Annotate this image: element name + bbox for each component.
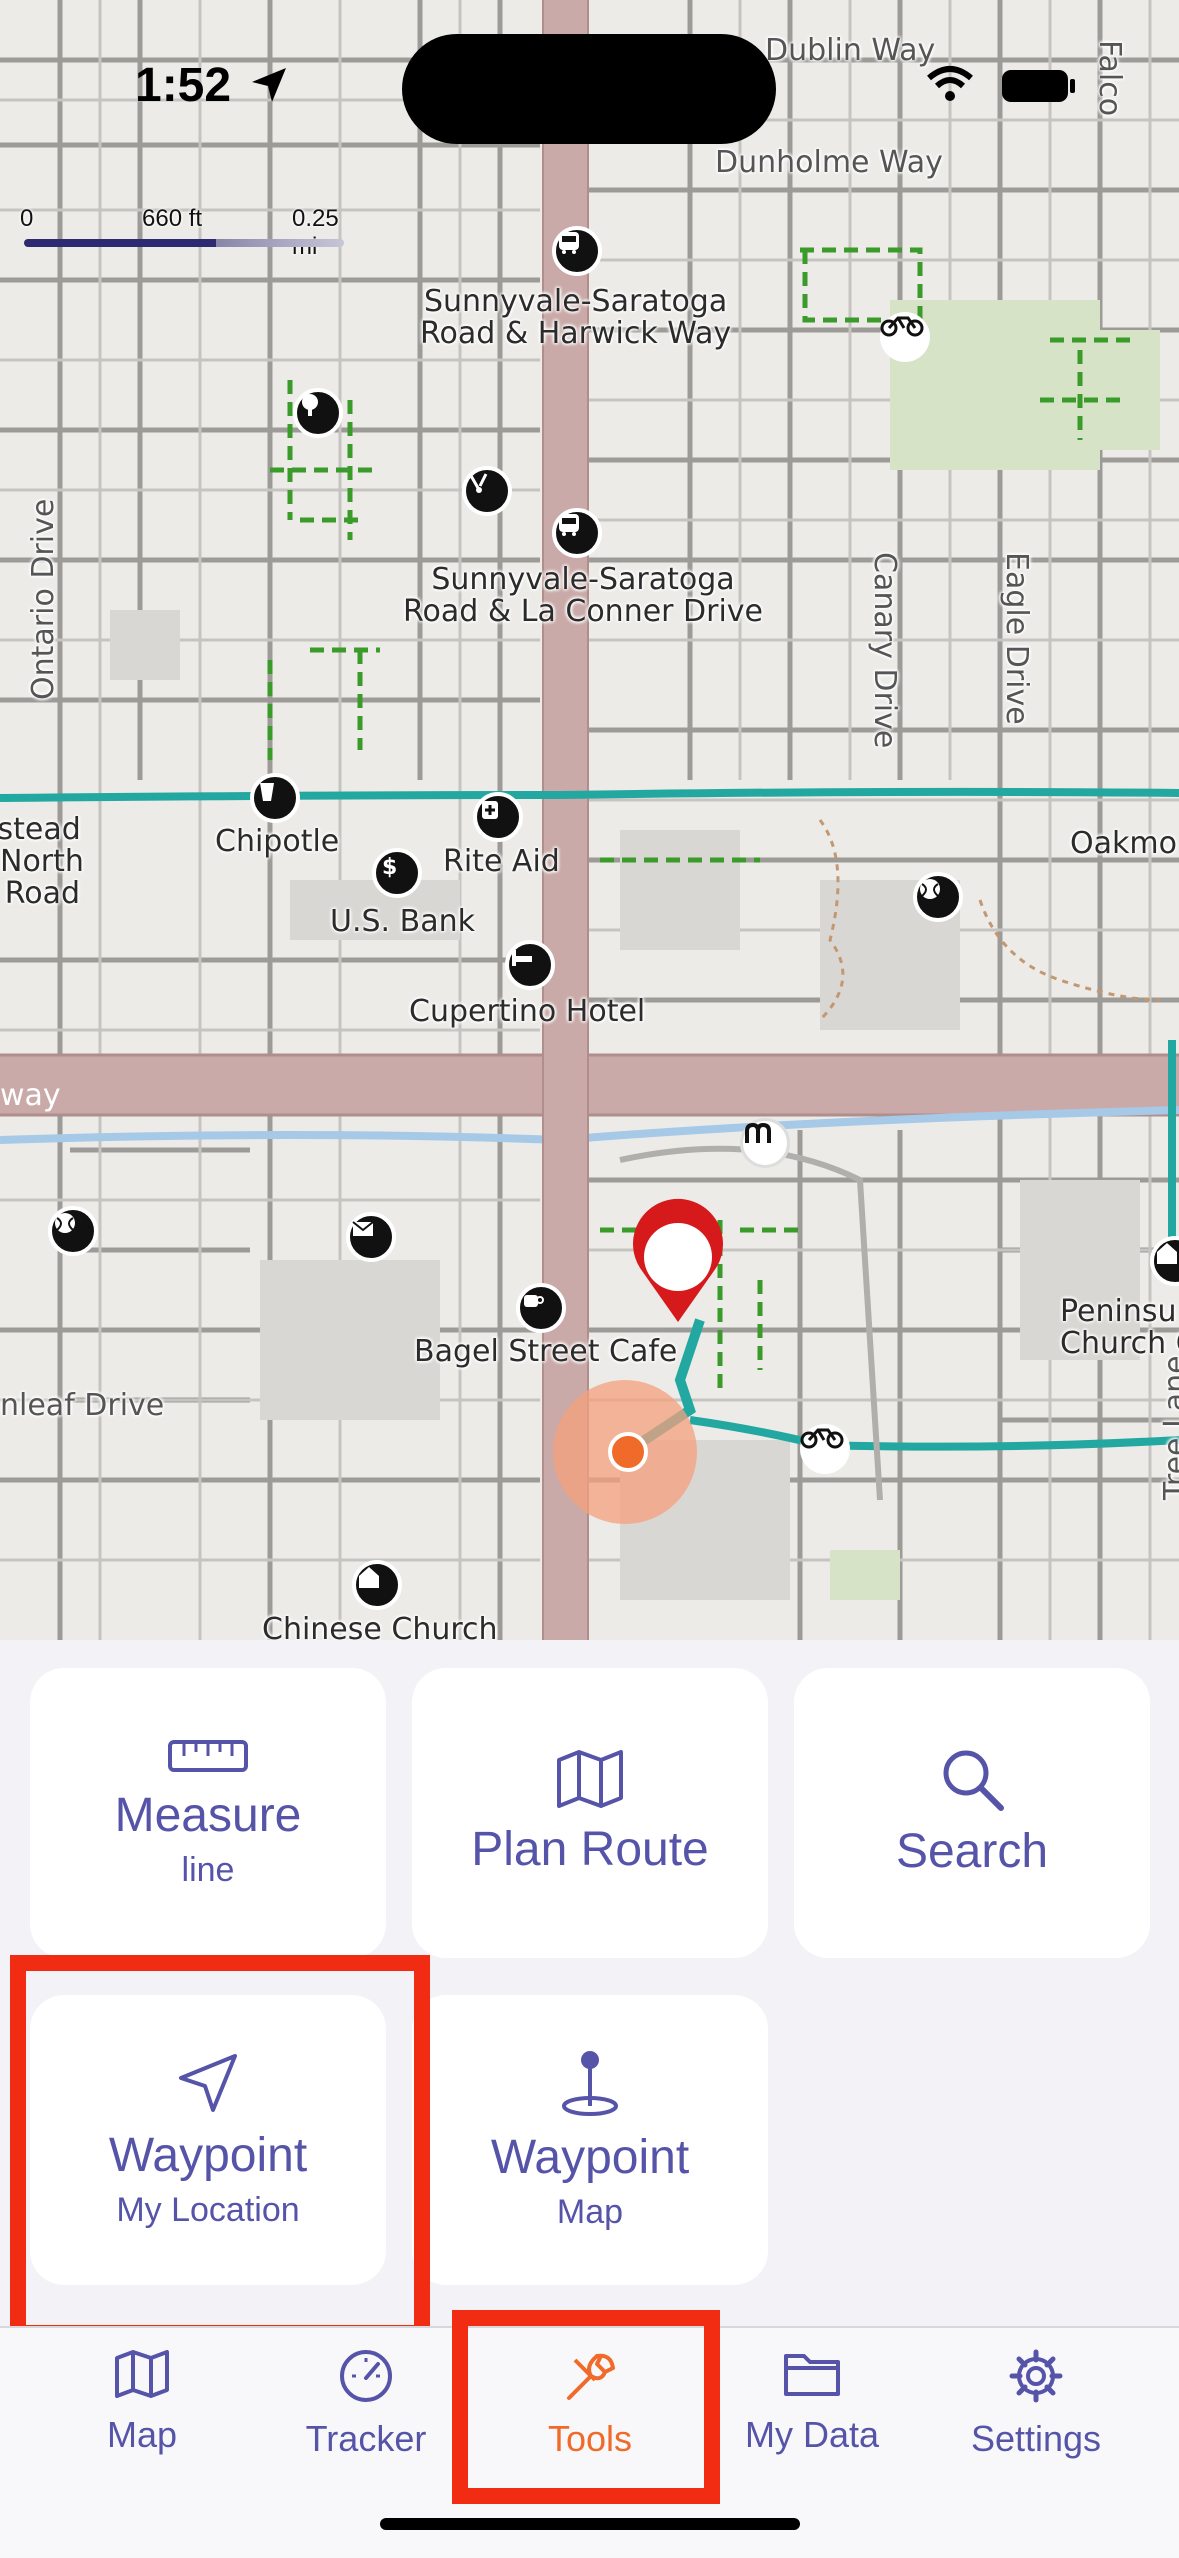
bus-stop-icon[interactable] xyxy=(552,226,602,276)
wifi-icon xyxy=(925,64,975,108)
transit-station-icon[interactable] xyxy=(740,1118,790,1168)
tab-tracker[interactable]: Tracker xyxy=(266,2348,466,2460)
bicycle-icon[interactable] xyxy=(880,312,930,362)
battery-icon xyxy=(1000,68,1078,108)
waypoint-map-button[interactable]: Waypoint Map xyxy=(412,1995,768,2285)
poi-label-rite-aid: Rite Aid xyxy=(443,844,560,879)
folder-icon xyxy=(784,2354,840,2396)
waypoint-map-title: Waypoint xyxy=(490,2131,690,2184)
status-time: 1:52 xyxy=(135,59,232,112)
location-arrow-icon xyxy=(248,64,290,110)
poi-label-us-bank: U.S. Bank xyxy=(330,904,475,939)
ruler-icon xyxy=(168,1740,248,1772)
tennis-icon[interactable] xyxy=(48,1206,98,1256)
poi-label-bagel-street-cafe: Bagel Street Cafe xyxy=(414,1334,678,1369)
tab-settings[interactable]: Settings xyxy=(936,2348,1136,2460)
road-label-leaf-drive: nleaf Drive xyxy=(0,1388,165,1423)
bank-icon[interactable]: $ xyxy=(372,848,422,898)
dynamic-island xyxy=(402,34,776,144)
playground-icon[interactable] xyxy=(462,466,512,516)
post-office-icon[interactable] xyxy=(346,1212,396,1262)
status-bar: 1:52 xyxy=(0,0,1179,150)
map-icon xyxy=(557,1750,623,1808)
map-icon xyxy=(115,2350,169,2398)
place-label-homestead: nestead North Road xyxy=(0,812,84,911)
pin-icon xyxy=(562,2051,618,2116)
bus-stop-label: Sunnyvale-Saratoga Road & Harwick Way xyxy=(420,284,732,351)
speedometer-icon xyxy=(340,2350,392,2402)
measure-line-button[interactable]: Measure line xyxy=(30,1668,386,1958)
park-tree-icon[interactable] xyxy=(293,388,343,438)
svg-text:$: $ xyxy=(382,855,397,878)
cafe-icon[interactable] xyxy=(516,1283,566,1333)
road-label-oakmont: Oakmo xyxy=(1070,826,1177,861)
tab-my-data[interactable]: My Data xyxy=(712,2348,912,2456)
waypoint-map-sub: Map xyxy=(556,2193,624,2231)
road-label-dunholme-way: Dunholme Way xyxy=(715,145,943,180)
road-label-ontario-drive: Ontario Drive xyxy=(26,498,61,700)
measure-sub: line xyxy=(181,1851,235,1889)
poi-label-peninsula-church: PeninsuChurch C xyxy=(1060,1294,1179,1361)
bus-stop-icon[interactable] xyxy=(552,508,602,558)
highlight-waypoint-my-location xyxy=(10,1955,430,2341)
church-icon[interactable] xyxy=(352,1560,402,1610)
search-button[interactable]: Search xyxy=(794,1668,1150,1958)
pharmacy-icon[interactable] xyxy=(473,792,523,842)
road-label-eagle-drive: Eagle Drive xyxy=(999,552,1034,725)
bicycle-icon[interactable] xyxy=(800,1424,850,1474)
poi-label-chipotle: Chipotle xyxy=(215,824,340,859)
measure-title: Measure xyxy=(114,1789,302,1842)
hotel-icon[interactable] xyxy=(505,940,555,990)
road-label-canary-drive: Canary Drive xyxy=(867,552,902,749)
gear-icon xyxy=(1009,2349,1063,2403)
home-indicator xyxy=(380,2518,800,2530)
bus-stop-label: Sunnyvale-Saratoga Road & La Conner Drive xyxy=(403,562,764,629)
restaurant-icon[interactable] xyxy=(250,773,300,823)
highlight-tools-tab xyxy=(452,2310,720,2504)
plan-route-button[interactable]: Plan Route xyxy=(412,1668,768,1958)
plan-route-title: Plan Route xyxy=(471,1823,709,1876)
map-view[interactable]: $ Dublin Way Dunholme Way Falco Sunnyval… xyxy=(0,0,1179,1640)
poi-label-chinese-church: Chinese Church xyxy=(262,1612,498,1641)
search-icon xyxy=(943,1750,1004,1811)
tab-map[interactable]: Map xyxy=(42,2348,242,2456)
search-title: Search xyxy=(895,1825,1049,1878)
road-label-tree-lane: Tree Lane xyxy=(1158,1355,1179,1500)
poi-label-cupertino-hotel: Cupertino Hotel xyxy=(409,994,646,1029)
tennis-icon[interactable] xyxy=(913,872,963,922)
road-label-freeway: way xyxy=(0,1078,61,1113)
